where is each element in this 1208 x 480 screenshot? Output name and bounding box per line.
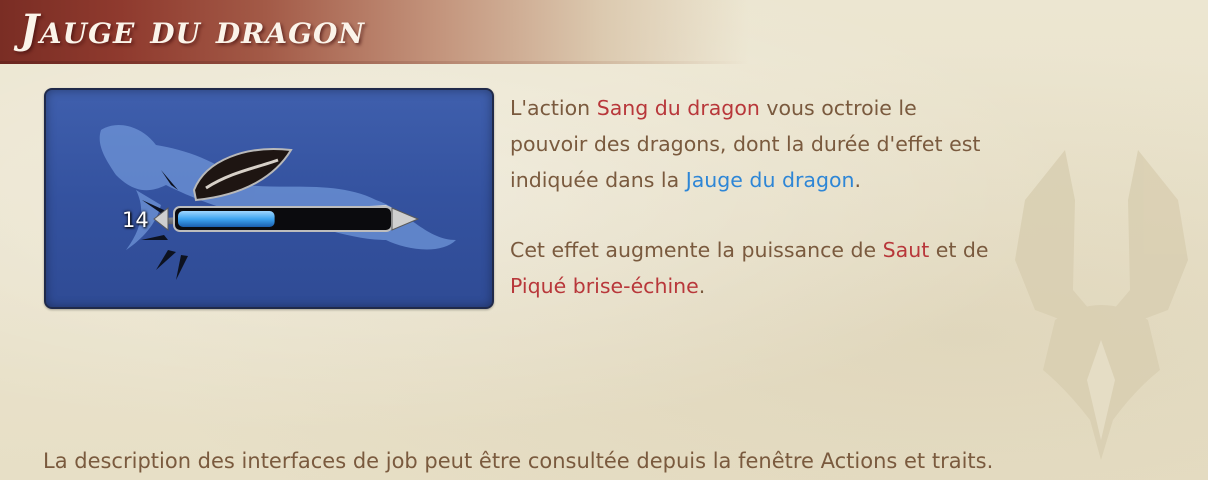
- action-name-saut: Saut: [882, 238, 930, 262]
- description-paragraph-2: Cet effet augmente la puissance de Saut …: [510, 238, 989, 298]
- dragon-gauge-icon: [99, 125, 456, 280]
- gauge-fill: [178, 211, 275, 227]
- dragoon-emblem-icon: [1015, 150, 1188, 460]
- action-name-pique-brise-echine: Piqué brise-échine: [510, 274, 699, 298]
- action-name-sang-du-dragon: Sang du dragon: [596, 96, 760, 120]
- gauge-value: 14: [122, 208, 149, 232]
- gauge-description: L'action Sang du dragon vous octroie le …: [510, 90, 990, 304]
- gauge-name-link: Jauge du dragon: [685, 168, 855, 192]
- dragon-gauge-panel: 14: [44, 88, 494, 309]
- page-title: Jauge du dragon: [20, 6, 366, 53]
- footer-note: La description des interfaces de job peu…: [43, 449, 994, 473]
- description-paragraph-1: L'action Sang du dragon vous octroie le …: [510, 96, 981, 192]
- title-bar: Jauge du dragon: [0, 0, 1208, 64]
